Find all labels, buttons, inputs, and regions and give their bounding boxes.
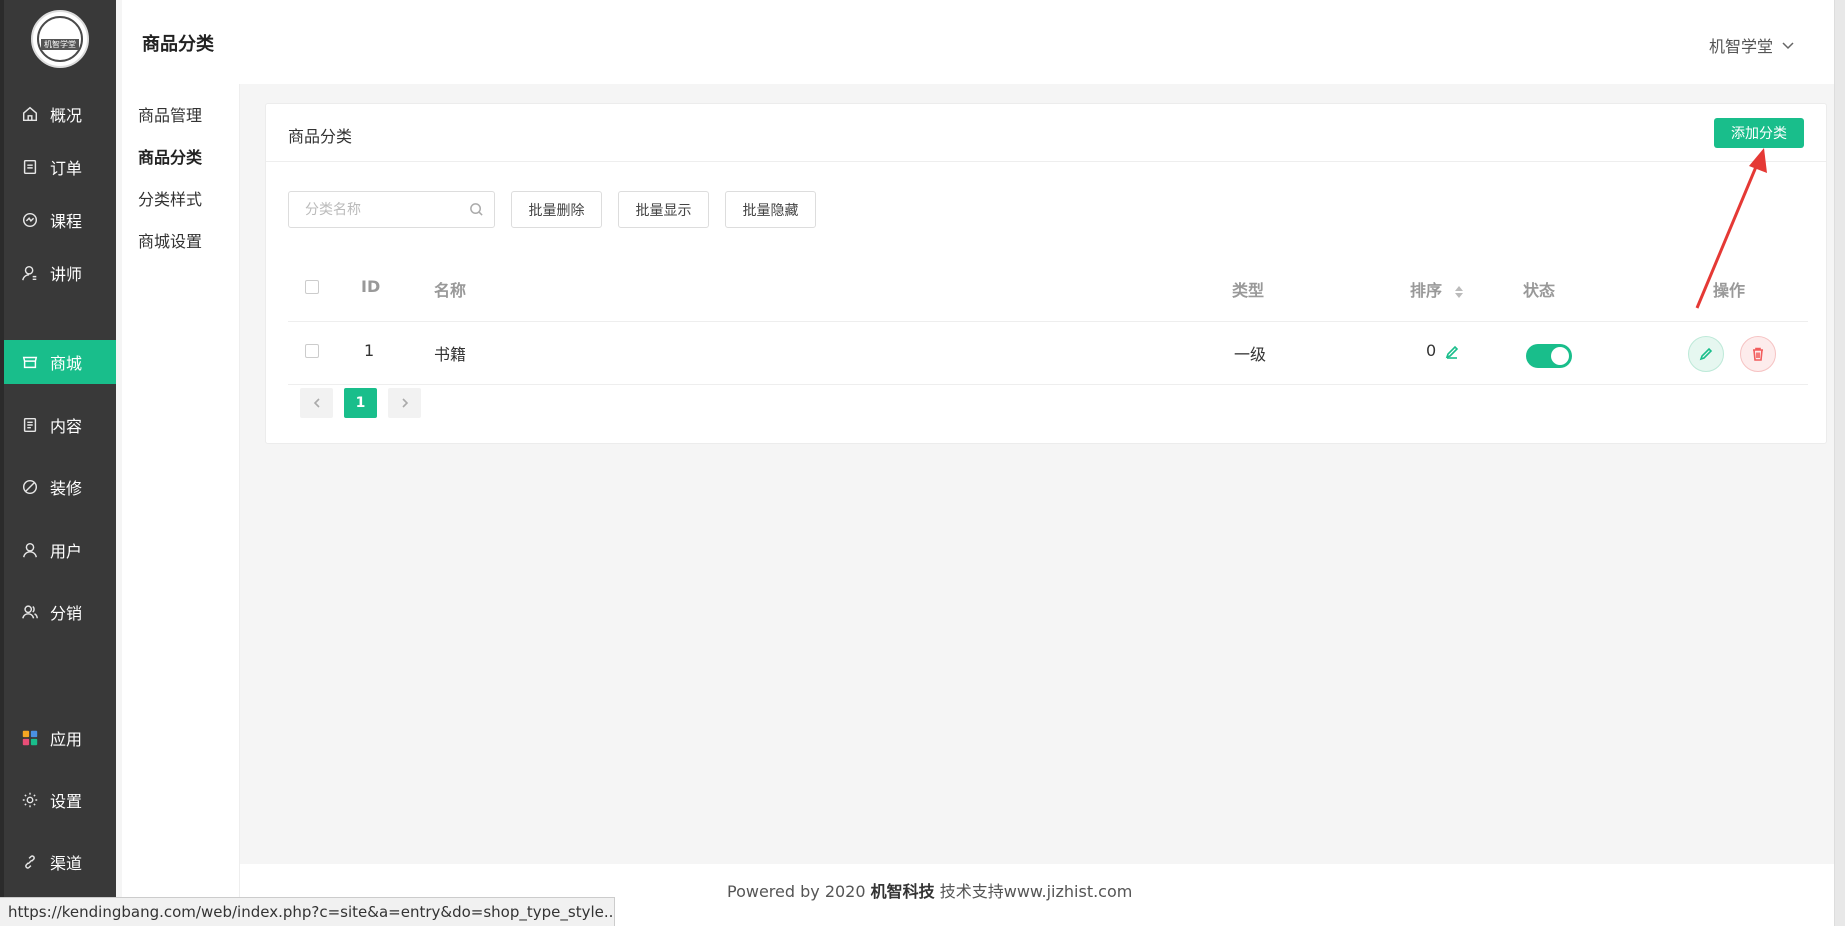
footer-suffix: 技术支持www.jizhist.com bbox=[934, 882, 1133, 901]
footer-prefix: Powered by 2020 bbox=[727, 882, 871, 901]
footer-text: Powered by 2020 机智科技 技术支持www.jizhist.com bbox=[727, 878, 1132, 902]
row-checkbox[interactable] bbox=[305, 344, 319, 358]
user-menu[interactable]: 机智学堂 bbox=[1709, 33, 1795, 57]
content-icon bbox=[20, 415, 40, 435]
chevron-right-icon bbox=[401, 398, 408, 408]
select-all-checkbox[interactable] bbox=[305, 280, 319, 294]
logo[interactable]: 机智学堂 bbox=[31, 10, 89, 68]
teacher-icon bbox=[20, 263, 40, 283]
course-icon bbox=[20, 210, 40, 230]
user-name: 机智学堂 bbox=[1709, 37, 1774, 56]
edit-sort-icon[interactable] bbox=[1445, 345, 1459, 359]
prev-page-button[interactable] bbox=[300, 388, 333, 418]
edit-button[interactable] bbox=[1688, 336, 1724, 372]
gear-icon bbox=[20, 790, 40, 810]
category-search-input[interactable] bbox=[289, 192, 469, 227]
category-card: 商品分类 添加分类 批量删除 批量显示 批量隐藏 ID 名称 类型 排序 状态 … bbox=[265, 103, 1827, 444]
footer-brand: 机智科技 bbox=[870, 882, 935, 901]
home-icon bbox=[20, 104, 40, 124]
batch-delete-button[interactable]: 批量删除 bbox=[511, 191, 602, 228]
logo-text: 机智学堂 bbox=[41, 39, 79, 50]
sidebar-item-channels[interactable]: 渠道 bbox=[4, 840, 116, 884]
subnav-item-category-style[interactable]: 分类样式 bbox=[138, 186, 202, 210]
status-toggle[interactable] bbox=[1526, 344, 1572, 368]
subnav-item-goods-category[interactable]: 商品分类 bbox=[138, 144, 202, 168]
sidebar-item-label: 概况 bbox=[50, 106, 83, 125]
batch-hide-button[interactable]: 批量隐藏 bbox=[725, 191, 816, 228]
delete-button[interactable] bbox=[1740, 336, 1776, 372]
sidebar-item-label: 课程 bbox=[50, 212, 83, 231]
next-page-button[interactable] bbox=[388, 388, 421, 418]
subnav-item-goods-management[interactable]: 商品管理 bbox=[138, 102, 202, 126]
sidebar-item-teachers[interactable]: 讲师 bbox=[4, 251, 116, 295]
cell-id: 1 bbox=[364, 341, 375, 360]
trash-icon bbox=[1753, 347, 1763, 361]
chevron-left-icon bbox=[313, 398, 320, 408]
sidebar-item-apps[interactable]: 应用 bbox=[4, 716, 116, 760]
sidebar-item-users[interactable]: 用户 bbox=[4, 528, 116, 572]
page-number-current[interactable]: 1 bbox=[344, 388, 377, 418]
cell-name: 书籍 bbox=[434, 345, 467, 364]
edit-icon bbox=[1699, 347, 1713, 361]
browser-status-url: https://kendingbang.com/web/index.php?c=… bbox=[0, 897, 615, 926]
sidebar-item-settings[interactable]: 设置 bbox=[4, 778, 116, 822]
sidebar-item-label: 用户 bbox=[50, 542, 83, 561]
card-header: 商品分类 添加分类 bbox=[266, 104, 1826, 162]
search-box bbox=[288, 191, 495, 228]
sort-value: 0 bbox=[1426, 341, 1437, 360]
column-header-type: 类型 bbox=[1232, 281, 1265, 300]
column-header-id: ID bbox=[361, 277, 381, 296]
user-icon bbox=[20, 540, 40, 560]
sidebar-item-label: 内容 bbox=[50, 417, 83, 436]
sub-sidebar: 商品管理 商品分类 分类样式 商城设置 bbox=[122, 84, 240, 926]
sidebar-item-overview[interactable]: 概况 bbox=[4, 92, 116, 136]
column-header-status: 状态 bbox=[1523, 281, 1556, 300]
add-category-button[interactable]: 添加分类 bbox=[1714, 118, 1804, 148]
sidebar-item-shop[interactable]: 商城 bbox=[4, 340, 116, 384]
sidebar-item-label: 设置 bbox=[50, 792, 83, 811]
sidebar-item-label: 讲师 bbox=[50, 265, 83, 284]
sidebar-item-label: 商城 bbox=[50, 354, 83, 373]
toggle-knob bbox=[1551, 347, 1569, 365]
sidebar-item-content[interactable]: 内容 bbox=[4, 403, 116, 447]
link-icon bbox=[20, 852, 40, 872]
sidebar-item-distribution[interactable]: 分销 bbox=[4, 590, 116, 634]
header-divider bbox=[288, 321, 1808, 322]
sidebar-item-courses[interactable]: 课程 bbox=[4, 198, 116, 242]
cell-type: 一级 bbox=[1234, 345, 1267, 364]
main-sidebar: 机智学堂 概况 订单 课程 讲师 商城 内容 装修 用户 分销 应用 设置 渠道 bbox=[0, 0, 116, 926]
sidebar-item-decorate[interactable]: 装修 bbox=[4, 465, 116, 509]
order-icon bbox=[20, 157, 40, 177]
sort-icon[interactable] bbox=[1454, 285, 1464, 299]
cell-sort: 0 bbox=[1426, 341, 1459, 360]
subnav-item-shop-settings[interactable]: 商城设置 bbox=[138, 228, 202, 252]
decorate-icon bbox=[20, 477, 40, 497]
vertical-scrollbar[interactable] bbox=[1834, 0, 1845, 926]
sidebar-item-orders[interactable]: 订单 bbox=[4, 145, 116, 189]
sidebar-item-label: 订单 bbox=[50, 159, 83, 178]
apps-icon bbox=[20, 728, 40, 748]
chevron-down-icon bbox=[1782, 42, 1794, 50]
distribution-icon bbox=[20, 602, 40, 622]
card-title: 商品分类 bbox=[288, 127, 353, 146]
sidebar-item-label: 分销 bbox=[50, 604, 83, 623]
column-header-ops: 操作 bbox=[1713, 281, 1746, 300]
logo-emblem: 机智学堂 bbox=[37, 16, 83, 62]
column-header-name: 名称 bbox=[434, 281, 467, 300]
sidebar-item-label: 应用 bbox=[50, 730, 83, 749]
sidebar-item-label: 装修 bbox=[50, 479, 83, 498]
shop-icon bbox=[20, 352, 40, 372]
page-title: 商品分类 bbox=[142, 34, 214, 55]
batch-show-button[interactable]: 批量显示 bbox=[618, 191, 709, 228]
row-divider bbox=[288, 384, 1808, 385]
search-icon[interactable] bbox=[469, 202, 484, 217]
column-header-sort-label: 排序 bbox=[1410, 281, 1443, 300]
sidebar-item-label: 渠道 bbox=[50, 854, 83, 873]
column-header-sort[interactable]: 排序 bbox=[1410, 277, 1464, 301]
top-header: 商品分类 机智学堂 bbox=[122, 0, 1845, 84]
